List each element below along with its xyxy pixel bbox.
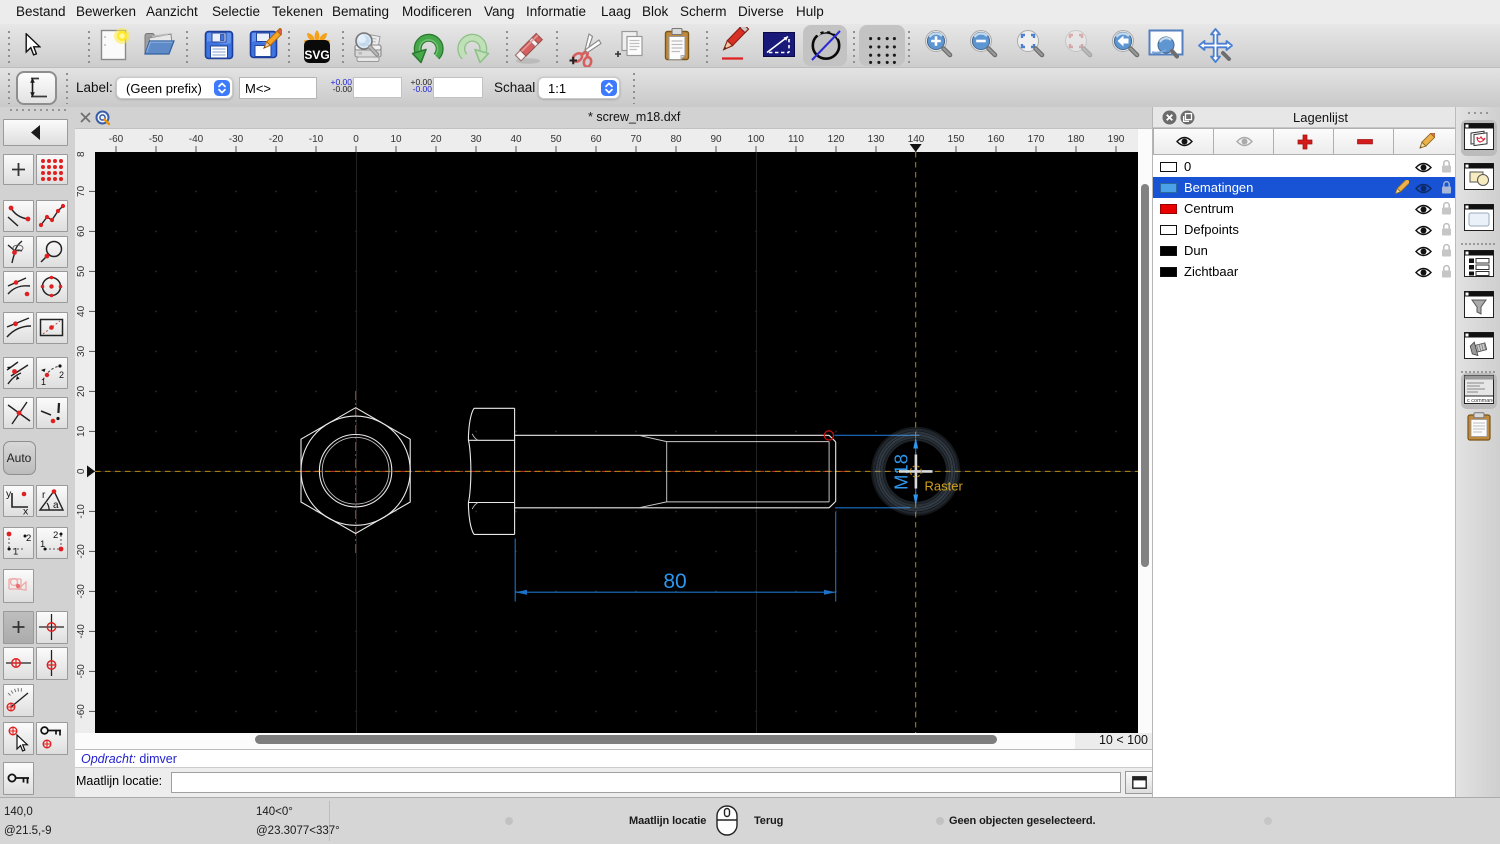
svg-text:-20: -20 bbox=[269, 134, 284, 145]
svg-text:190: 190 bbox=[1108, 134, 1125, 145]
svg-text:Raster: Raster bbox=[925, 479, 964, 494]
svg-text:-20: -20 bbox=[76, 544, 87, 559]
svg-text:40: 40 bbox=[76, 305, 87, 317]
svg-text:-30: -30 bbox=[229, 134, 244, 145]
svg-text:SVG: SVG bbox=[304, 48, 329, 62]
svg-text:-50: -50 bbox=[76, 664, 87, 679]
svg-text:0: 0 bbox=[76, 468, 87, 474]
svg-text:c command: c command bbox=[1467, 398, 1494, 404]
svg-text:1: 1 bbox=[13, 547, 18, 558]
svg-text:50: 50 bbox=[76, 265, 87, 277]
svg-text:-40: -40 bbox=[76, 624, 87, 639]
svg-text:80: 80 bbox=[76, 152, 87, 157]
svg-text:y: y bbox=[6, 488, 12, 500]
svg-text:60: 60 bbox=[76, 225, 87, 237]
svg-text:80: 80 bbox=[663, 570, 686, 593]
svg-text:30: 30 bbox=[470, 134, 482, 145]
svg-text:110: 110 bbox=[788, 134, 804, 145]
svg-text:-60: -60 bbox=[109, 134, 124, 145]
svg-text:1: 1 bbox=[40, 539, 45, 550]
svg-text:130: 130 bbox=[868, 134, 885, 145]
svg-text:140: 140 bbox=[908, 134, 925, 145]
svg-text:-60: -60 bbox=[76, 704, 87, 719]
svg-text:a: a bbox=[53, 500, 59, 511]
svg-text:60: 60 bbox=[590, 134, 602, 145]
svg-text:2: 2 bbox=[59, 370, 64, 380]
svg-text:120: 120 bbox=[828, 134, 845, 145]
svg-text:2: 2 bbox=[26, 533, 31, 544]
svg-text:100: 100 bbox=[748, 134, 765, 145]
svg-text:x: x bbox=[23, 506, 29, 516]
svg-text:0: 0 bbox=[353, 134, 359, 145]
svg-text:-10: -10 bbox=[309, 134, 324, 145]
svg-text:20: 20 bbox=[430, 134, 442, 145]
svg-text:170: 170 bbox=[1028, 134, 1045, 145]
svg-text:40: 40 bbox=[510, 134, 522, 145]
svg-text:150: 150 bbox=[948, 134, 965, 145]
svg-text:2: 2 bbox=[53, 530, 58, 541]
svg-text:70: 70 bbox=[630, 134, 642, 145]
svg-text:1: 1 bbox=[41, 377, 46, 387]
svg-text:r: r bbox=[42, 490, 46, 501]
svg-text:180: 180 bbox=[1068, 134, 1085, 145]
svg-text:70: 70 bbox=[76, 185, 87, 197]
svg-text:20: 20 bbox=[76, 385, 87, 397]
svg-text:10: 10 bbox=[390, 134, 402, 145]
svg-text:30: 30 bbox=[76, 345, 87, 357]
svg-text:50: 50 bbox=[550, 134, 562, 145]
svg-text:-50: -50 bbox=[149, 134, 164, 145]
svg-text:90: 90 bbox=[710, 134, 722, 145]
svg-text:80: 80 bbox=[670, 134, 682, 145]
svg-text:160: 160 bbox=[988, 134, 1005, 145]
svg-text:-40: -40 bbox=[189, 134, 204, 145]
svg-text:10: 10 bbox=[76, 425, 87, 437]
svg-text:-10: -10 bbox=[76, 504, 87, 519]
svg-text:-30: -30 bbox=[76, 584, 87, 599]
